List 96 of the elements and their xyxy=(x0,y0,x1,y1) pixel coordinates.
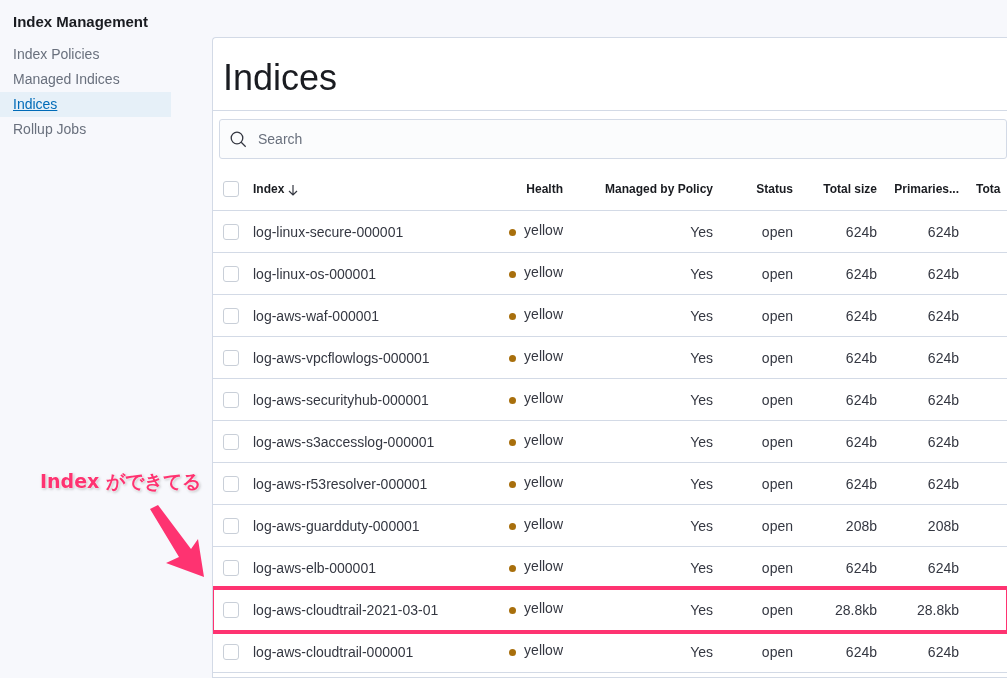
row-checkbox[interactable] xyxy=(223,308,239,325)
total-size-text: 624b xyxy=(845,433,877,450)
total-size-text: 624b xyxy=(845,265,877,282)
total-size-text: 208b xyxy=(845,517,877,534)
sidebar-title: Index Management xyxy=(13,13,150,30)
status-text: open xyxy=(761,601,793,618)
column-header[interactable]: Tota xyxy=(976,182,1001,196)
sidebar-item[interactable]: Indices xyxy=(0,92,171,117)
index-name: log-aws-s3accesslog-000001 xyxy=(253,433,435,450)
health-text: yellow xyxy=(524,600,563,617)
primaries-size-text: 624b xyxy=(927,433,959,450)
health-text: yellow xyxy=(524,642,563,659)
index-name: log-aws-elb-000001 xyxy=(253,559,376,576)
index-name: log-aws-securityhub-000001 xyxy=(253,391,429,408)
search-icon xyxy=(230,131,247,148)
row-checkbox[interactable] xyxy=(223,350,239,367)
total-size-text: 28.8kb xyxy=(834,601,877,618)
status-text: open xyxy=(761,307,793,324)
managed-policy-text: Yes xyxy=(690,349,713,366)
primaries-size-text: 624b xyxy=(927,349,959,366)
managed-policy-text: Yes xyxy=(690,559,713,576)
health-text: yellow xyxy=(524,558,563,575)
status-text: open xyxy=(761,559,793,576)
health-text: yellow xyxy=(524,348,563,365)
index-name: log-aws-guardduty-000001 xyxy=(253,517,420,534)
health-text: yellow xyxy=(524,474,563,491)
column-header[interactable]: Health xyxy=(526,182,563,196)
status-text: open xyxy=(761,517,793,534)
column-header[interactable]: Status xyxy=(756,182,793,196)
sidebar-item[interactable]: Managed Indices xyxy=(0,67,171,92)
status-text: open xyxy=(761,223,793,240)
total-size-text: 624b xyxy=(845,349,877,366)
column-header[interactable]: Index xyxy=(253,182,285,196)
primaries-size-text: 624b xyxy=(927,391,959,408)
column-header[interactable]: Total size xyxy=(823,182,877,196)
row-checkbox[interactable] xyxy=(223,560,239,577)
page-title: Indices xyxy=(213,38,1007,111)
total-size-text: 624b xyxy=(845,307,877,324)
health-text: yellow xyxy=(524,432,563,449)
index-name: log-aws-cloudtrail-000001 xyxy=(253,643,414,660)
annotation-label: Index ができてる xyxy=(40,469,201,494)
health-text: yellow xyxy=(524,222,563,239)
health-text: yellow xyxy=(524,390,563,407)
managed-policy-text: Yes xyxy=(690,475,713,492)
index-name: log-aws-cloudtrail-2021-03-01 xyxy=(253,601,439,618)
status-text: open xyxy=(761,265,793,282)
managed-policy-text: Yes xyxy=(690,601,713,618)
total-size-text: 624b xyxy=(845,475,877,492)
column-header[interactable]: Managed by Policy xyxy=(604,182,713,196)
primaries-size-text: 28.8kb xyxy=(916,601,959,618)
primaries-size-text: 624b xyxy=(927,475,959,492)
column-header[interactable]: Primaries... xyxy=(894,182,959,196)
primaries-size-text: 624b xyxy=(927,223,959,240)
managed-policy-text: Yes xyxy=(690,265,713,282)
managed-policy-text: Yes xyxy=(690,307,713,324)
health-text: yellow xyxy=(524,264,563,281)
status-text: open xyxy=(761,391,793,408)
primaries-size-text: 624b xyxy=(927,643,959,660)
sort-down-icon xyxy=(288,183,299,196)
status-text: open xyxy=(761,475,793,492)
row-checkbox[interactable] xyxy=(223,476,239,493)
managed-policy-text: Yes xyxy=(690,391,713,408)
health-text: yellow xyxy=(524,516,563,533)
status-text: open xyxy=(761,433,793,450)
health-text: yellow xyxy=(524,306,563,323)
total-size-text: 624b xyxy=(845,559,877,576)
primaries-size-text: 208b xyxy=(927,517,959,534)
index-name: log-aws-waf-000001 xyxy=(253,307,380,324)
select-all-checkbox[interactable] xyxy=(223,181,239,197)
index-name: log-linux-os-000001 xyxy=(253,265,376,282)
status-text: open xyxy=(761,349,793,366)
managed-policy-text: Yes xyxy=(690,643,713,660)
managed-policy-text: Yes xyxy=(690,433,713,450)
total-size-text: 624b xyxy=(845,391,877,408)
row-checkbox[interactable] xyxy=(223,266,239,283)
row-checkbox[interactable] xyxy=(223,644,239,661)
primaries-size-text: 624b xyxy=(927,559,959,576)
search-field[interactable]: Search xyxy=(219,119,1007,159)
primaries-size-text: 624b xyxy=(927,307,959,324)
primaries-size-text: 624b xyxy=(927,265,959,282)
index-name: log-aws-r53resolver-000001 xyxy=(253,475,428,492)
sidebar-item[interactable]: Index Policies xyxy=(0,42,171,67)
row-checkbox[interactable] xyxy=(223,392,239,409)
sidebar-item[interactable]: Rollup Jobs xyxy=(0,117,171,142)
managed-policy-text: Yes xyxy=(690,223,713,240)
index-name: log-aws-vpcflowlogs-000001 xyxy=(253,349,430,366)
row-checkbox[interactable] xyxy=(223,434,239,451)
total-size-text: 624b xyxy=(845,223,877,240)
arrow-annotation xyxy=(150,505,204,577)
row-checkbox[interactable] xyxy=(223,602,239,619)
row-checkbox[interactable] xyxy=(223,518,239,535)
total-size-text: 624b xyxy=(845,643,877,660)
status-text: open xyxy=(761,643,793,660)
row-checkbox[interactable] xyxy=(223,224,239,241)
index-name: log-linux-secure-000001 xyxy=(253,223,404,240)
managed-policy-text: Yes xyxy=(690,517,713,534)
